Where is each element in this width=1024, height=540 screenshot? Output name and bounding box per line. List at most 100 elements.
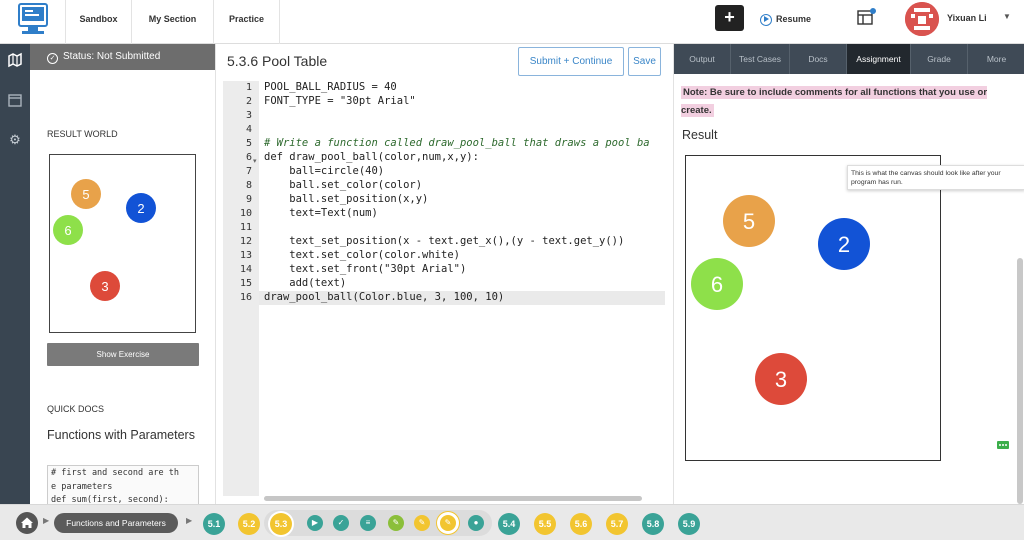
save-button[interactable]: Save: [628, 47, 661, 76]
feedback-flag-icon[interactable]: [997, 438, 1009, 449]
unit-5-3[interactable]: 5.3: [270, 513, 292, 535]
editor-header: 5.3.6 Pool Table Submit + Continue Save: [217, 44, 665, 81]
pencil-icon-current[interactable]: ✎: [440, 515, 456, 531]
line-number: 14: [239, 264, 252, 275]
unit-5-9[interactable]: 5.9: [678, 513, 700, 535]
line-number: 12: [239, 236, 252, 247]
note-text: Note: Be sure to include comments for al…: [681, 86, 988, 117]
unit-5-1[interactable]: 5.1: [203, 513, 225, 535]
home-button[interactable]: [16, 512, 38, 534]
nav-my-section[interactable]: My Section: [132, 0, 214, 44]
video-icon[interactable]: ▶: [307, 515, 323, 531]
code-line: # Write a function called draw_pool_ball…: [264, 137, 650, 149]
circle-icon[interactable]: ●: [468, 515, 484, 531]
codehs-logo-icon[interactable]: [0, 0, 66, 44]
pencil-icon[interactable]: ✎: [414, 515, 430, 531]
right-panel-scrollbar[interactable]: [1017, 258, 1023, 504]
quick-docs-code: # first and second are th e parameters d…: [47, 465, 199, 504]
unit-5-8[interactable]: 5.8: [642, 513, 664, 535]
check-icon[interactable]: ✓: [333, 515, 349, 531]
ball-3-label: 3: [775, 367, 787, 392]
pool-ball-2: 2: [818, 218, 870, 270]
pool-ball-5: 5: [71, 179, 101, 209]
right-tab-bar: Output Test Cases Docs Assignment Grade …: [674, 44, 1024, 74]
nav-sandbox[interactable]: Sandbox: [66, 0, 132, 44]
submit-continue-button[interactable]: Submit + Continue: [518, 47, 624, 76]
result-world-canvas: 5 2 6 3: [49, 154, 196, 333]
ball-6-label: 6: [64, 223, 71, 238]
code-line: POOL_BALL_RADIUS = 40: [264, 81, 397, 93]
line-number: 16: [239, 292, 252, 303]
user-name: Yixuan Li: [947, 13, 987, 23]
calendar-icon[interactable]: [7, 92, 23, 108]
chevron-down-icon: ▼: [1003, 12, 1011, 21]
line-number: 1: [245, 82, 252, 93]
pencil-icon[interactable]: ✎: [388, 515, 404, 531]
fold-toggle-icon[interactable]: ▾: [253, 157, 257, 165]
module-breadcrumb[interactable]: Functions and Parameters: [54, 513, 178, 533]
unit-5-2[interactable]: 5.2: [238, 513, 260, 535]
code-line: def draw_pool_ball(color,num,x,y):: [264, 151, 479, 163]
code-editor[interactable]: POOL_BALL_RADIUS = 40 FONT_TYPE = "30pt …: [259, 81, 665, 496]
line-number: 3: [245, 110, 252, 121]
pool-ball-3: 3: [90, 271, 120, 301]
ball-2-label: 2: [137, 201, 144, 216]
notifications-icon[interactable]: [857, 8, 877, 26]
tab-output[interactable]: Output: [674, 44, 731, 74]
tab-more[interactable]: More: [968, 44, 1024, 74]
tab-docs[interactable]: Docs: [790, 44, 847, 74]
line-number: 11: [239, 222, 252, 233]
line-number: 6: [245, 152, 252, 163]
doc-icon[interactable]: ≡: [360, 515, 376, 531]
user-menu[interactable]: Yixuan Li ▼: [905, 2, 1024, 36]
nav-practice[interactable]: Practice: [214, 0, 280, 44]
map-icon[interactable]: [7, 52, 23, 68]
ball-5-label: 5: [82, 187, 89, 202]
unit-5-7[interactable]: 5.7: [606, 513, 628, 535]
line-number: 7: [245, 166, 252, 177]
status-text: Status: Not Submitted: [63, 51, 161, 62]
left-panel: ✓ Status: Not Submitted RESULT WORLD 5 2 …: [30, 44, 216, 504]
code-line: text_set_position(x - text.get_x(),(y - …: [264, 235, 625, 247]
ball-2-label: 2: [838, 232, 850, 257]
pool-ball-6: 6: [53, 215, 83, 245]
quick-docs-title: Functions with Parameters: [47, 428, 195, 442]
chevron-right-icon: ▶: [43, 516, 50, 525]
unit-5-4[interactable]: 5.4: [498, 513, 520, 535]
unit-5-6[interactable]: 5.6: [570, 513, 592, 535]
line-number-gutter: 1 2 3 4 5 6 ▾ 7 8 9 10 11 12 13 14 15 16: [223, 81, 259, 496]
ball-6-label: 6: [711, 272, 723, 297]
tab-grade[interactable]: Grade: [911, 44, 968, 74]
create-plus-button[interactable]: +: [715, 5, 744, 31]
left-icon-rail: ⚙: [0, 44, 30, 504]
tab-assignment[interactable]: Assignment: [847, 44, 911, 74]
unit-5-5[interactable]: 5.5: [534, 513, 556, 535]
editor-horizontal-scrollbar[interactable]: [264, 496, 642, 501]
result-heading: Result: [682, 128, 718, 142]
tab-test-cases[interactable]: Test Cases: [731, 44, 790, 74]
line-number: 13: [239, 250, 252, 261]
code-line: add(text): [264, 277, 347, 289]
line-number: 9: [245, 194, 252, 205]
code-line: FONT_TYPE = "30pt Arial": [264, 95, 416, 107]
code-line: ball=circle(40): [264, 165, 385, 177]
bottom-progress-bar: ▶ Functions and Parameters ▶ 5.1 5.2 5.3…: [0, 504, 1024, 540]
ball-3-label: 3: [101, 279, 108, 294]
code-line: text.set_color(color.white): [264, 249, 460, 261]
line-number: 5: [245, 138, 252, 149]
line-number: 2: [245, 96, 252, 107]
line-number: 15: [239, 278, 252, 289]
home-icon: [21, 517, 33, 528]
code-line: draw_pool_ball(Color.blue, 3, 100, 10): [264, 291, 505, 303]
gear-icon[interactable]: ⚙: [7, 132, 23, 148]
code-line: text.set_front("30pt Arial"): [264, 263, 467, 275]
quick-docs-label: QUICK DOCS: [47, 404, 105, 414]
line-number: 8: [245, 180, 252, 191]
status-bar: ✓ Status: Not Submitted: [30, 44, 215, 70]
resume-button[interactable]: Resume: [760, 0, 840, 38]
line-number: 10: [239, 208, 252, 219]
code-line: ball.set_color(color): [264, 179, 423, 191]
show-exercise-button[interactable]: Show Exercise: [47, 343, 199, 366]
pool-ball-2: 2: [126, 193, 156, 223]
assignment-note: Note: Be sure to include comments for al…: [681, 84, 1006, 120]
